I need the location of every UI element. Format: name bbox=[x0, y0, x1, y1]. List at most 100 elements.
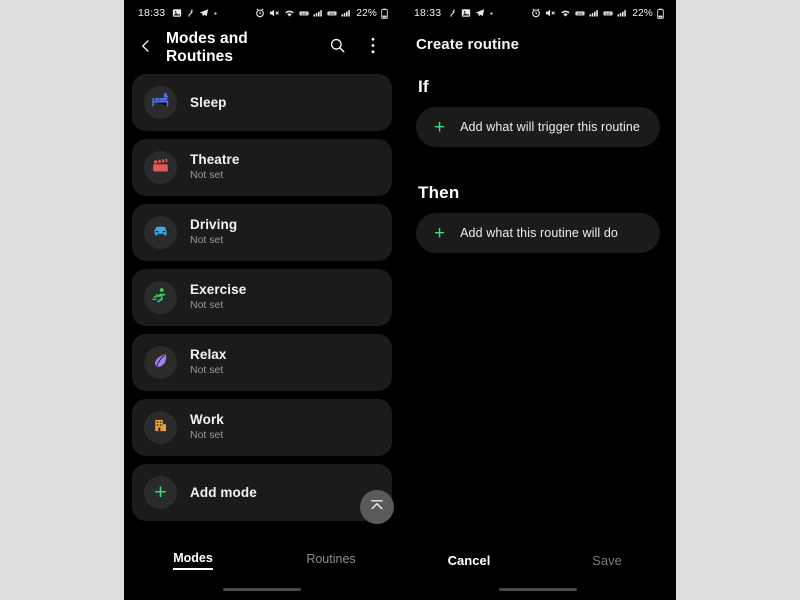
collapse-up-icon bbox=[369, 498, 385, 517]
clapperboard-icon bbox=[151, 156, 170, 180]
add-mode-label: Add mode bbox=[190, 484, 257, 500]
mode-icon-container bbox=[144, 346, 177, 379]
mode-item-theatre[interactable]: Theatre Not set bbox=[132, 139, 392, 196]
signal-sim2-icon: 4G bbox=[327, 8, 337, 18]
cancel-button[interactable]: Cancel bbox=[400, 553, 538, 568]
editor-footer: Cancel Save bbox=[400, 542, 676, 578]
plus-icon: + bbox=[434, 222, 446, 244]
save-button[interactable]: Save bbox=[538, 553, 676, 568]
mode-icon-container bbox=[144, 281, 177, 314]
tab-modes[interactable]: Modes bbox=[124, 542, 262, 578]
battery-percent-label: 22% bbox=[632, 7, 653, 19]
page-title: Modes and Routines bbox=[166, 30, 248, 65]
status-bar-right-icons: 4G 4G 22% bbox=[255, 8, 388, 19]
screenshot-stage: 18:33 4G 4G 22% Modes and Routines Sleep… bbox=[0, 0, 800, 600]
svg-text:4G: 4G bbox=[330, 12, 335, 16]
mode-name: Exercise bbox=[190, 281, 247, 297]
mode-icon-container: + bbox=[144, 476, 177, 509]
photo-icon bbox=[461, 8, 471, 18]
mode-name: Sleep bbox=[190, 94, 227, 110]
add-mode-button[interactable]: + Add mode bbox=[132, 464, 392, 521]
modes-list: Sleep Theatre Not set Driving Not set Ex… bbox=[124, 70, 400, 521]
mode-item-driving[interactable]: Driving Not set bbox=[132, 204, 392, 261]
car-icon bbox=[151, 221, 170, 245]
mode-status: Not set bbox=[190, 234, 224, 247]
more-vertical-icon bbox=[371, 37, 375, 59]
battery-icon bbox=[657, 8, 664, 19]
building-icon bbox=[151, 416, 170, 440]
create-routine-editor: Create routine If + Add what will trigge… bbox=[400, 36, 676, 253]
mode-name: Theatre bbox=[190, 151, 240, 167]
tab-routines[interactable]: Routines bbox=[262, 542, 400, 578]
svg-text:4G: 4G bbox=[302, 12, 307, 16]
mode-icon-container bbox=[144, 86, 177, 119]
wifi-icon bbox=[560, 8, 571, 18]
signal-bars1-icon bbox=[313, 8, 323, 18]
add-action-label: Add what this routine will do bbox=[460, 226, 618, 240]
mode-text-block: Driving Not set bbox=[190, 217, 237, 248]
leaf-icon bbox=[151, 351, 170, 375]
telegram-icon bbox=[199, 8, 209, 18]
signal-sim1-icon: 4G bbox=[299, 8, 309, 18]
home-indicator[interactable] bbox=[223, 588, 301, 591]
signal-bars2-icon bbox=[341, 8, 351, 18]
dot-icon bbox=[489, 11, 494, 16]
volume-mute-icon bbox=[269, 8, 280, 18]
status-bar-right: 18:33 4G 4G 22% bbox=[400, 0, 676, 26]
phone-screenshot-left: 18:33 4G 4G 22% Modes and Routines Sleep… bbox=[124, 0, 400, 600]
mode-text-block: Exercise Not set bbox=[190, 282, 246, 313]
bottom-tab-bar: Modes Routines bbox=[124, 542, 400, 578]
mode-icon-container bbox=[144, 411, 177, 444]
mode-item-sleep[interactable]: Sleep bbox=[132, 74, 392, 131]
search-button[interactable] bbox=[324, 35, 350, 61]
svg-text:4G: 4G bbox=[578, 12, 583, 16]
status-bar-clock: 18:33 bbox=[414, 7, 442, 19]
chevron-left-icon bbox=[138, 38, 154, 59]
status-bar-left: 18:33 4G 4G 22% bbox=[124, 0, 400, 26]
battery-icon bbox=[381, 8, 388, 19]
svg-text:4G: 4G bbox=[606, 12, 611, 16]
mode-status: Not set bbox=[190, 169, 224, 182]
plus-icon: + bbox=[434, 116, 446, 138]
running-person-icon bbox=[151, 286, 170, 310]
mode-item-relax[interactable]: Relax Not set bbox=[132, 334, 392, 391]
mode-item-work[interactable]: Work Not set bbox=[132, 399, 392, 456]
mode-status: Not set bbox=[190, 364, 224, 377]
alarm-icon bbox=[531, 8, 541, 18]
section-heading-if: If bbox=[418, 77, 429, 96]
mode-status: Not set bbox=[190, 429, 224, 442]
phone-screenshot-right: 18:33 4G 4G 22% Create routine If + Add … bbox=[400, 0, 676, 600]
add-action-button[interactable]: + Add what this routine will do bbox=[416, 213, 660, 253]
mode-icon-container bbox=[144, 216, 177, 249]
app-bar: Modes and Routines bbox=[124, 26, 400, 70]
tab-routines-label: Routines bbox=[306, 551, 356, 566]
mode-name: Work bbox=[190, 411, 224, 427]
tab-modes-label: Modes bbox=[173, 551, 213, 570]
gesture-nav-bar-left bbox=[124, 588, 400, 591]
link-icon bbox=[186, 8, 195, 18]
mode-text-block: Sleep bbox=[190, 95, 227, 111]
scroll-to-top-button[interactable] bbox=[360, 490, 394, 524]
editor-title: Create routine bbox=[416, 36, 520, 53]
volume-mute-icon bbox=[545, 8, 556, 18]
mode-text-block: Work Not set bbox=[190, 412, 224, 443]
bed-moon-icon bbox=[151, 91, 170, 115]
plus-icon: + bbox=[154, 481, 167, 504]
battery-percent-label: 22% bbox=[356, 7, 377, 19]
mode-name: Driving bbox=[190, 216, 238, 232]
search-icon bbox=[329, 37, 346, 59]
status-bar-left-icons: 18:33 bbox=[138, 7, 218, 19]
add-trigger-button[interactable]: + Add what will trigger this routine bbox=[416, 107, 660, 147]
more-options-button[interactable] bbox=[360, 35, 386, 61]
link-icon bbox=[448, 8, 457, 18]
mode-item-exercise[interactable]: Exercise Not set bbox=[132, 269, 392, 326]
mode-text-block: Relax Not set bbox=[190, 347, 227, 378]
signal-sim2-icon: 4G bbox=[603, 8, 613, 18]
back-button[interactable] bbox=[136, 35, 156, 61]
mode-name: Relax bbox=[190, 346, 227, 362]
home-indicator[interactable] bbox=[499, 588, 577, 591]
signal-sim1-icon: 4G bbox=[575, 8, 585, 18]
dot-icon bbox=[213, 11, 218, 16]
mode-status: Not set bbox=[190, 299, 224, 312]
photo-icon bbox=[172, 8, 182, 18]
